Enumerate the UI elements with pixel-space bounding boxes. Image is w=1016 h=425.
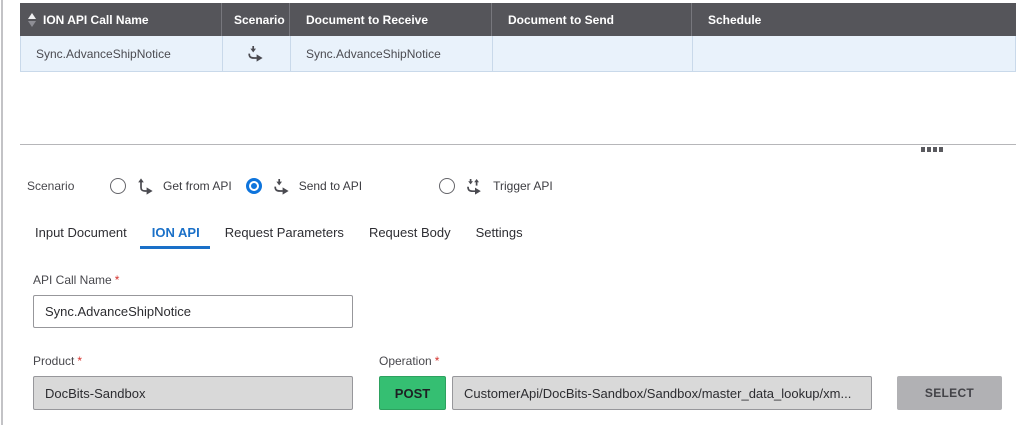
cell-ion-api-call-name: Sync.AdvanceShipNotice (21, 36, 223, 71)
http-method-badge: POST (379, 376, 446, 410)
send-to-api-icon (246, 45, 267, 62)
cell-document-to-receive: Sync.AdvanceShipNotice (291, 36, 493, 71)
required-asterisk: * (435, 354, 440, 368)
scenario-radio-group: Scenario Get from API Send to API (27, 177, 567, 195)
operation-label: Operation* (379, 354, 439, 368)
section-divider (20, 144, 1016, 145)
scenario-label: Scenario (27, 179, 110, 193)
column-header-label: Document to Receive (306, 13, 428, 27)
column-header-document-to-send: Document to Send (492, 3, 692, 36)
api-call-name-input[interactable] (33, 295, 353, 328)
label-text: Operation (379, 354, 432, 368)
tab-request-parameters[interactable]: Request Parameters (225, 225, 344, 249)
cell-document-to-send (493, 36, 693, 71)
column-header-label: Scenario (234, 13, 285, 27)
column-header-schedule: Schedule (692, 3, 1016, 36)
radio-option-label: Trigger API (493, 179, 553, 193)
sort-icon[interactable] (28, 13, 36, 27)
grid-header-row: ION API Call Name Scenario Document to R… (20, 3, 1016, 36)
tab-settings[interactable]: Settings (476, 225, 523, 249)
cell-schedule (693, 36, 1015, 71)
label-text: Product (33, 354, 74, 368)
detail-tabs: Input Document ION API Request Parameter… (35, 225, 548, 249)
column-header-ion-api-call-name[interactable]: ION API Call Name (20, 3, 222, 36)
get-from-api-icon (136, 177, 157, 195)
tab-ion-api[interactable]: ION API (152, 225, 200, 249)
splitter-drag-handle[interactable] (921, 147, 943, 152)
required-asterisk: * (115, 273, 120, 287)
radio-selected (246, 178, 262, 194)
tab-input-document[interactable]: Input Document (35, 225, 127, 249)
panel-left-border (1, 0, 3, 425)
product-input[interactable] (33, 376, 353, 410)
radio-option-label: Get from API (163, 179, 232, 193)
column-header-label: Document to Send (508, 13, 614, 27)
product-label: Product* (33, 354, 82, 368)
select-button[interactable]: SELECT (897, 376, 1002, 410)
column-header-label: ION API Call Name (43, 13, 149, 27)
required-asterisk: * (77, 354, 82, 368)
send-to-api-icon (272, 178, 293, 195)
table-row[interactable]: Sync.AdvanceShipNotice Sync.AdvanceShipN… (20, 36, 1016, 72)
radio-option-send-to-api[interactable]: Send to API (246, 178, 362, 195)
cell-text: Sync.AdvanceShipNotice (36, 47, 171, 61)
api-call-name-label: API Call Name* (33, 273, 119, 287)
column-header-label: Schedule (708, 13, 761, 27)
ion-api-config-panel: ION API Call Name Scenario Document to R… (0, 0, 1016, 425)
tab-request-body[interactable]: Request Body (369, 225, 451, 249)
radio-option-get-from-api[interactable]: Get from API (110, 177, 232, 195)
radio-option-trigger-api[interactable]: Trigger API (439, 178, 553, 195)
column-header-scenario: Scenario (222, 3, 290, 36)
radio-unselected (439, 178, 455, 194)
radio-option-label: Send to API (299, 179, 362, 193)
api-calls-grid: ION API Call Name Scenario Document to R… (20, 3, 1016, 72)
cell-scenario (223, 36, 291, 71)
trigger-api-icon (465, 178, 487, 195)
cell-text: Sync.AdvanceShipNotice (306, 47, 441, 61)
radio-unselected (110, 178, 126, 194)
column-header-document-to-receive: Document to Receive (290, 3, 492, 36)
operation-path-input[interactable] (452, 376, 872, 410)
label-text: API Call Name (33, 273, 112, 287)
